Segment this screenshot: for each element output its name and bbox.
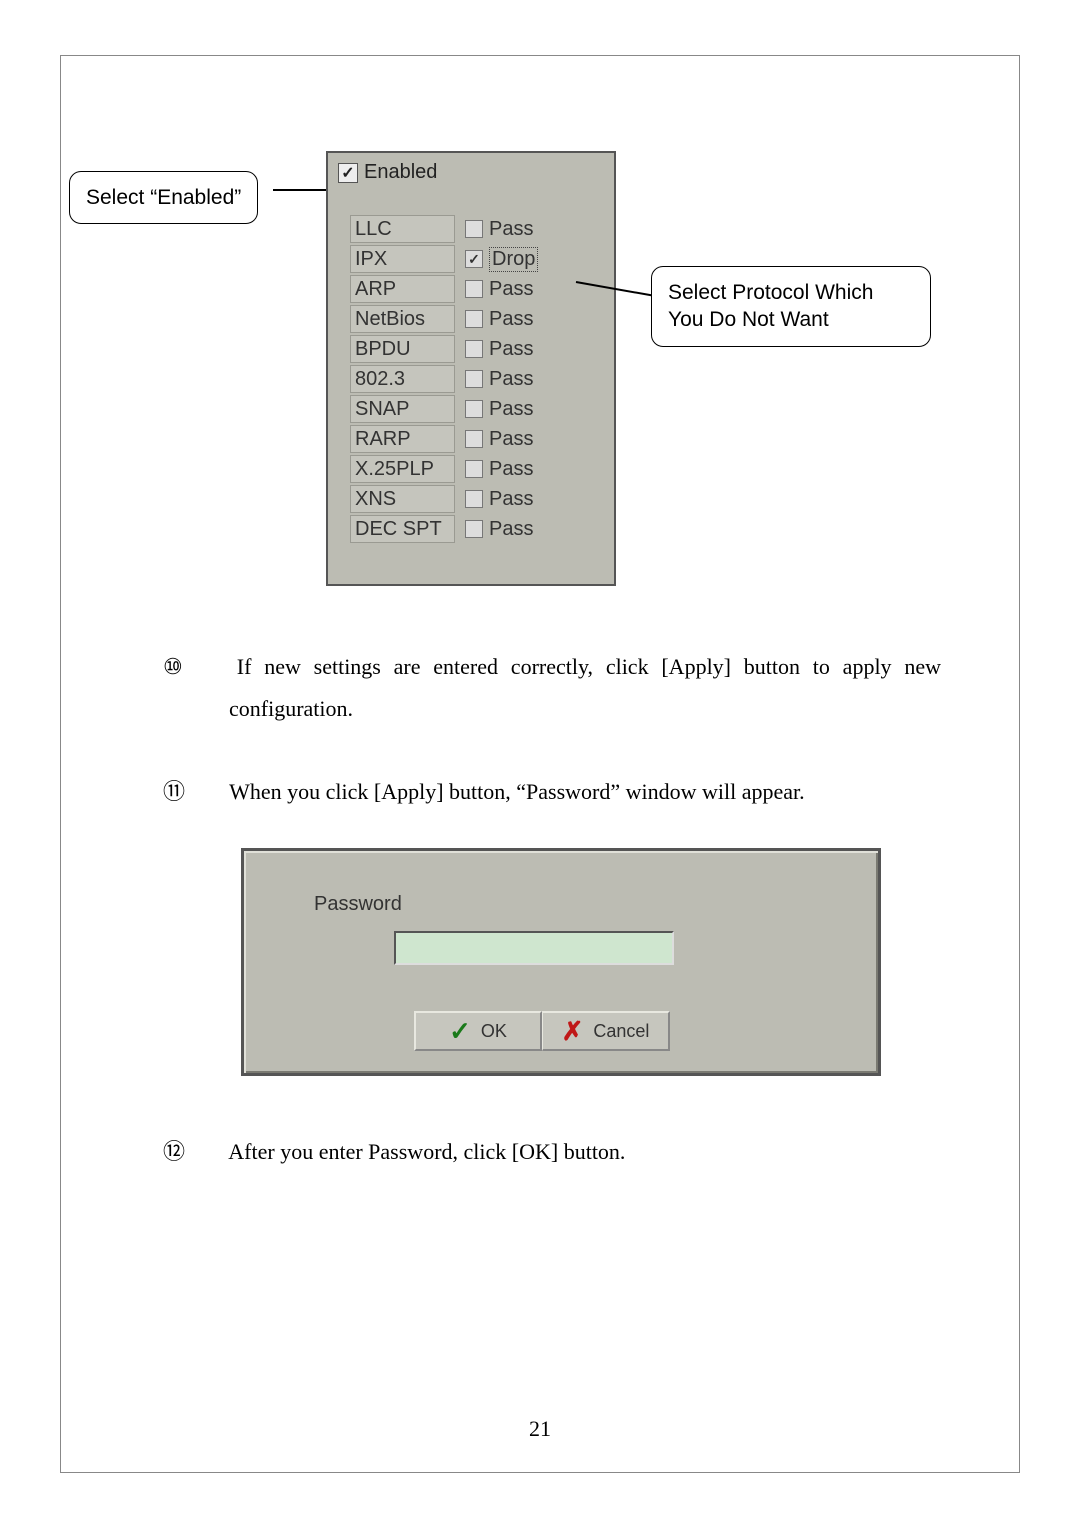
protocol-action: Drop <box>489 247 538 272</box>
protocol-row: ARP Pass <box>350 274 614 304</box>
callout-select-protocol: Select Protocol Which You Do Not Want <box>651 266 931 347</box>
protocol-name: BPDU <box>350 335 455 363</box>
cancel-button[interactable]: ✗ Cancel <box>542 1011 670 1051</box>
step-12: ⑫ After you enter Password, click [OK] b… <box>196 1131 941 1173</box>
protocol-checkbox[interactable] <box>465 310 483 328</box>
protocol-action: Pass <box>489 398 533 421</box>
step-text: After you enter Password, click [OK] but… <box>228 1139 625 1164</box>
check-icon: ✓ <box>341 163 354 183</box>
protocol-name: LLC <box>350 215 455 243</box>
protocol-action: Pass <box>489 518 533 541</box>
ok-label: OK <box>481 1021 507 1042</box>
enabled-checkbox[interactable]: ✓ <box>338 163 358 183</box>
enabled-label: Enabled <box>364 161 437 184</box>
protocol-name: NetBios <box>350 305 455 333</box>
protocol-action: Pass <box>489 338 533 361</box>
protocol-action: Pass <box>489 308 533 331</box>
protocol-row: 802.3 Pass <box>350 364 614 394</box>
callout-select-enabled: Select “Enabled” <box>69 171 258 224</box>
callout-line-2: You Do Not Want <box>668 306 914 333</box>
password-input[interactable] <box>394 931 674 965</box>
protocol-name: SNAP <box>350 395 455 423</box>
step-number: ⑪ <box>196 771 224 813</box>
protocol-row: LLC Pass <box>350 214 614 244</box>
callout-connector-left <box>273 189 329 191</box>
document-page: Select “Enabled” ✓ Enabled LLC Pass IPX ✓ Dr… <box>60 55 1020 1473</box>
protocol-row: IPX ✓ Drop <box>350 244 614 274</box>
enabled-row: ✓ Enabled <box>328 153 614 190</box>
protocol-row: NetBios Pass <box>350 304 614 334</box>
protocol-panel: ✓ Enabled LLC Pass IPX ✓ Drop ARP Pass NetBios P… <box>326 151 616 586</box>
protocol-name: 802.3 <box>350 365 455 393</box>
protocol-action: Pass <box>489 368 533 391</box>
protocol-checkbox[interactable] <box>465 220 483 238</box>
x-icon: ✗ <box>562 1016 584 1047</box>
protocol-name: IPX <box>350 245 455 273</box>
callout-text: Select “Enabled” <box>86 186 241 209</box>
cancel-label: Cancel <box>593 1021 649 1042</box>
protocol-checkbox[interactable] <box>465 400 483 418</box>
protocol-name: RARP <box>350 425 455 453</box>
protocol-checkbox[interactable] <box>465 280 483 298</box>
step-10: ⑩ If new settings are entered correctly,… <box>196 646 941 730</box>
protocol-action: Pass <box>489 278 533 301</box>
protocol-checkbox[interactable] <box>465 460 483 478</box>
dialog-buttons: ✓ OK ✗ Cancel <box>414 1011 670 1051</box>
protocol-row: BPDU Pass <box>350 334 614 364</box>
protocol-table: LLC Pass IPX ✓ Drop ARP Pass NetBios Pass BPDU Pas… <box>350 214 614 544</box>
password-label: Password <box>314 893 402 916</box>
protocol-checkbox[interactable] <box>465 490 483 508</box>
protocol-checkbox[interactable] <box>465 520 483 538</box>
protocol-name: XNS <box>350 485 455 513</box>
protocol-action: Pass <box>489 218 533 241</box>
protocol-name: X.25PLP <box>350 455 455 483</box>
callout-line-1: Select Protocol Which <box>668 279 914 306</box>
protocol-figure: Select “Enabled” ✓ Enabled LLC Pass IPX ✓ Dr… <box>61 151 1021 611</box>
protocol-name: ARP <box>350 275 455 303</box>
protocol-action: Pass <box>489 458 533 481</box>
protocol-action: Pass <box>489 488 533 511</box>
step-number: ⑩ <box>196 646 224 688</box>
protocol-action: Pass <box>489 428 533 451</box>
protocol-name: DEC SPT <box>350 515 455 543</box>
step-11: ⑪ When you click [Apply] button, “Passwo… <box>196 771 941 813</box>
check-icon: ✓ <box>449 1016 471 1047</box>
protocol-row: X.25PLP Pass <box>350 454 614 484</box>
ok-button[interactable]: ✓ OK <box>414 1011 542 1051</box>
protocol-checkbox[interactable] <box>465 340 483 358</box>
protocol-row: SNAP Pass <box>350 394 614 424</box>
protocol-row: XNS Pass <box>350 484 614 514</box>
protocol-checkbox[interactable] <box>465 370 483 388</box>
step-text: When you click [Apply] button, “Password… <box>229 779 805 804</box>
step-text: If new settings are entered correctly, c… <box>229 654 941 721</box>
protocol-row: DEC SPT Pass <box>350 514 614 544</box>
password-dialog: Password ✓ OK ✗ Cancel <box>241 848 881 1076</box>
page-number: 21 <box>61 1416 1019 1442</box>
step-number: ⑫ <box>196 1131 224 1173</box>
protocol-checkbox[interactable] <box>465 430 483 448</box>
protocol-row: RARP Pass <box>350 424 614 454</box>
protocol-checkbox[interactable]: ✓ <box>465 250 483 268</box>
